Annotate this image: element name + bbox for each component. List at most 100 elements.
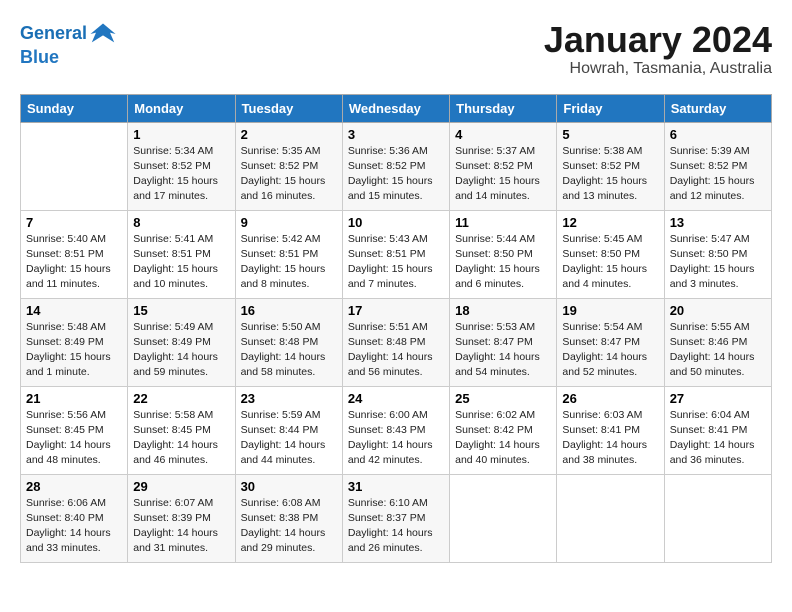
day-number: 17 bbox=[348, 303, 444, 318]
calendar-cell: 22 Sunrise: 5:58 AMSunset: 8:45 PMDaylig… bbox=[128, 386, 235, 474]
calendar-table: SundayMondayTuesdayWednesdayThursdayFrid… bbox=[20, 94, 772, 563]
day-info: Sunrise: 5:47 AMSunset: 8:50 PMDaylight:… bbox=[670, 232, 766, 293]
day-info: Sunrise: 5:51 AMSunset: 8:48 PMDaylight:… bbox=[348, 320, 444, 381]
day-number: 7 bbox=[26, 215, 122, 230]
day-number: 15 bbox=[133, 303, 229, 318]
calendar-cell: 27 Sunrise: 6:04 AMSunset: 8:41 PMDaylig… bbox=[664, 386, 771, 474]
calendar-cell: 23 Sunrise: 5:59 AMSunset: 8:44 PMDaylig… bbox=[235, 386, 342, 474]
calendar-cell: 11 Sunrise: 5:44 AMSunset: 8:50 PMDaylig… bbox=[450, 210, 557, 298]
day-info: Sunrise: 5:59 AMSunset: 8:44 PMDaylight:… bbox=[241, 408, 337, 469]
day-info: Sunrise: 5:34 AMSunset: 8:52 PMDaylight:… bbox=[133, 144, 229, 205]
day-number: 1 bbox=[133, 127, 229, 142]
day-info: Sunrise: 5:50 AMSunset: 8:48 PMDaylight:… bbox=[241, 320, 337, 381]
calendar-cell: 10 Sunrise: 5:43 AMSunset: 8:51 PMDaylig… bbox=[342, 210, 449, 298]
calendar-cell: 5 Sunrise: 5:38 AMSunset: 8:52 PMDayligh… bbox=[557, 122, 664, 210]
weekday-header-wednesday: Wednesday bbox=[342, 94, 449, 122]
day-info: Sunrise: 6:10 AMSunset: 8:37 PMDaylight:… bbox=[348, 496, 444, 557]
calendar-cell: 29 Sunrise: 6:07 AMSunset: 8:39 PMDaylig… bbox=[128, 474, 235, 562]
day-number: 9 bbox=[241, 215, 337, 230]
calendar-cell: 19 Sunrise: 5:54 AMSunset: 8:47 PMDaylig… bbox=[557, 298, 664, 386]
location-subtitle: Howrah, Tasmania, Australia bbox=[544, 60, 772, 78]
day-number: 27 bbox=[670, 391, 766, 406]
day-info: Sunrise: 5:38 AMSunset: 8:52 PMDaylight:… bbox=[562, 144, 658, 205]
day-info: Sunrise: 5:39 AMSunset: 8:52 PMDaylight:… bbox=[670, 144, 766, 205]
weekday-header-saturday: Saturday bbox=[664, 94, 771, 122]
month-title: January 2024 bbox=[544, 20, 772, 60]
weekday-header-friday: Friday bbox=[557, 94, 664, 122]
calendar-cell: 7 Sunrise: 5:40 AMSunset: 8:51 PMDayligh… bbox=[21, 210, 128, 298]
day-info: Sunrise: 5:37 AMSunset: 8:52 PMDaylight:… bbox=[455, 144, 551, 205]
day-info: Sunrise: 6:00 AMSunset: 8:43 PMDaylight:… bbox=[348, 408, 444, 469]
calendar-cell: 14 Sunrise: 5:48 AMSunset: 8:49 PMDaylig… bbox=[21, 298, 128, 386]
day-info: Sunrise: 6:03 AMSunset: 8:41 PMDaylight:… bbox=[562, 408, 658, 469]
day-info: Sunrise: 6:08 AMSunset: 8:38 PMDaylight:… bbox=[241, 496, 337, 557]
calendar-cell: 3 Sunrise: 5:36 AMSunset: 8:52 PMDayligh… bbox=[342, 122, 449, 210]
calendar-cell: 6 Sunrise: 5:39 AMSunset: 8:52 PMDayligh… bbox=[664, 122, 771, 210]
calendar-cell: 16 Sunrise: 5:50 AMSunset: 8:48 PMDaylig… bbox=[235, 298, 342, 386]
day-number: 3 bbox=[348, 127, 444, 142]
calendar-header-row: SundayMondayTuesdayWednesdayThursdayFrid… bbox=[21, 94, 772, 122]
title-block: January 2024 Howrah, Tasmania, Australia bbox=[544, 20, 772, 78]
calendar-cell: 30 Sunrise: 6:08 AMSunset: 8:38 PMDaylig… bbox=[235, 474, 342, 562]
page-header: General Blue January 2024 Howrah, Tasman… bbox=[20, 20, 772, 78]
day-number: 19 bbox=[562, 303, 658, 318]
day-number: 29 bbox=[133, 479, 229, 494]
calendar-cell: 8 Sunrise: 5:41 AMSunset: 8:51 PMDayligh… bbox=[128, 210, 235, 298]
day-info: Sunrise: 5:45 AMSunset: 8:50 PMDaylight:… bbox=[562, 232, 658, 293]
day-info: Sunrise: 5:55 AMSunset: 8:46 PMDaylight:… bbox=[670, 320, 766, 381]
calendar-cell: 25 Sunrise: 6:02 AMSunset: 8:42 PMDaylig… bbox=[450, 386, 557, 474]
logo-blue-text: Blue bbox=[20, 48, 117, 68]
calendar-cell: 15 Sunrise: 5:49 AMSunset: 8:49 PMDaylig… bbox=[128, 298, 235, 386]
day-number: 14 bbox=[26, 303, 122, 318]
calendar-cell: 12 Sunrise: 5:45 AMSunset: 8:50 PMDaylig… bbox=[557, 210, 664, 298]
calendar-cell: 21 Sunrise: 5:56 AMSunset: 8:45 PMDaylig… bbox=[21, 386, 128, 474]
day-number: 16 bbox=[241, 303, 337, 318]
calendar-cell bbox=[664, 474, 771, 562]
calendar-cell: 2 Sunrise: 5:35 AMSunset: 8:52 PMDayligh… bbox=[235, 122, 342, 210]
day-number: 23 bbox=[241, 391, 337, 406]
weekday-header-monday: Monday bbox=[128, 94, 235, 122]
day-number: 6 bbox=[670, 127, 766, 142]
day-number: 2 bbox=[241, 127, 337, 142]
day-info: Sunrise: 5:36 AMSunset: 8:52 PMDaylight:… bbox=[348, 144, 444, 205]
day-info: Sunrise: 5:53 AMSunset: 8:47 PMDaylight:… bbox=[455, 320, 551, 381]
calendar-week-5: 28 Sunrise: 6:06 AMSunset: 8:40 PMDaylig… bbox=[21, 474, 772, 562]
day-number: 8 bbox=[133, 215, 229, 230]
calendar-cell: 9 Sunrise: 5:42 AMSunset: 8:51 PMDayligh… bbox=[235, 210, 342, 298]
calendar-week-1: 1 Sunrise: 5:34 AMSunset: 8:52 PMDayligh… bbox=[21, 122, 772, 210]
calendar-cell: 26 Sunrise: 6:03 AMSunset: 8:41 PMDaylig… bbox=[557, 386, 664, 474]
day-info: Sunrise: 6:07 AMSunset: 8:39 PMDaylight:… bbox=[133, 496, 229, 557]
day-number: 24 bbox=[348, 391, 444, 406]
day-info: Sunrise: 5:35 AMSunset: 8:52 PMDaylight:… bbox=[241, 144, 337, 205]
calendar-week-4: 21 Sunrise: 5:56 AMSunset: 8:45 PMDaylig… bbox=[21, 386, 772, 474]
day-info: Sunrise: 5:41 AMSunset: 8:51 PMDaylight:… bbox=[133, 232, 229, 293]
weekday-header-thursday: Thursday bbox=[450, 94, 557, 122]
day-info: Sunrise: 5:58 AMSunset: 8:45 PMDaylight:… bbox=[133, 408, 229, 469]
calendar-cell bbox=[557, 474, 664, 562]
day-info: Sunrise: 5:40 AMSunset: 8:51 PMDaylight:… bbox=[26, 232, 122, 293]
day-number: 22 bbox=[133, 391, 229, 406]
day-info: Sunrise: 5:56 AMSunset: 8:45 PMDaylight:… bbox=[26, 408, 122, 469]
calendar-body: 1 Sunrise: 5:34 AMSunset: 8:52 PMDayligh… bbox=[21, 122, 772, 562]
calendar-cell: 18 Sunrise: 5:53 AMSunset: 8:47 PMDaylig… bbox=[450, 298, 557, 386]
calendar-cell bbox=[450, 474, 557, 562]
day-number: 25 bbox=[455, 391, 551, 406]
day-info: Sunrise: 5:42 AMSunset: 8:51 PMDaylight:… bbox=[241, 232, 337, 293]
day-info: Sunrise: 5:44 AMSunset: 8:50 PMDaylight:… bbox=[455, 232, 551, 293]
calendar-week-2: 7 Sunrise: 5:40 AMSunset: 8:51 PMDayligh… bbox=[21, 210, 772, 298]
day-info: Sunrise: 5:54 AMSunset: 8:47 PMDaylight:… bbox=[562, 320, 658, 381]
logo-text: General bbox=[20, 24, 87, 44]
calendar-cell: 20 Sunrise: 5:55 AMSunset: 8:46 PMDaylig… bbox=[664, 298, 771, 386]
calendar-cell: 4 Sunrise: 5:37 AMSunset: 8:52 PMDayligh… bbox=[450, 122, 557, 210]
calendar-cell: 13 Sunrise: 5:47 AMSunset: 8:50 PMDaylig… bbox=[664, 210, 771, 298]
calendar-cell: 31 Sunrise: 6:10 AMSunset: 8:37 PMDaylig… bbox=[342, 474, 449, 562]
day-number: 12 bbox=[562, 215, 658, 230]
day-number: 21 bbox=[26, 391, 122, 406]
calendar-cell: 28 Sunrise: 6:06 AMSunset: 8:40 PMDaylig… bbox=[21, 474, 128, 562]
day-number: 18 bbox=[455, 303, 551, 318]
day-number: 31 bbox=[348, 479, 444, 494]
day-number: 28 bbox=[26, 479, 122, 494]
calendar-cell: 1 Sunrise: 5:34 AMSunset: 8:52 PMDayligh… bbox=[128, 122, 235, 210]
day-number: 13 bbox=[670, 215, 766, 230]
weekday-header-sunday: Sunday bbox=[21, 94, 128, 122]
